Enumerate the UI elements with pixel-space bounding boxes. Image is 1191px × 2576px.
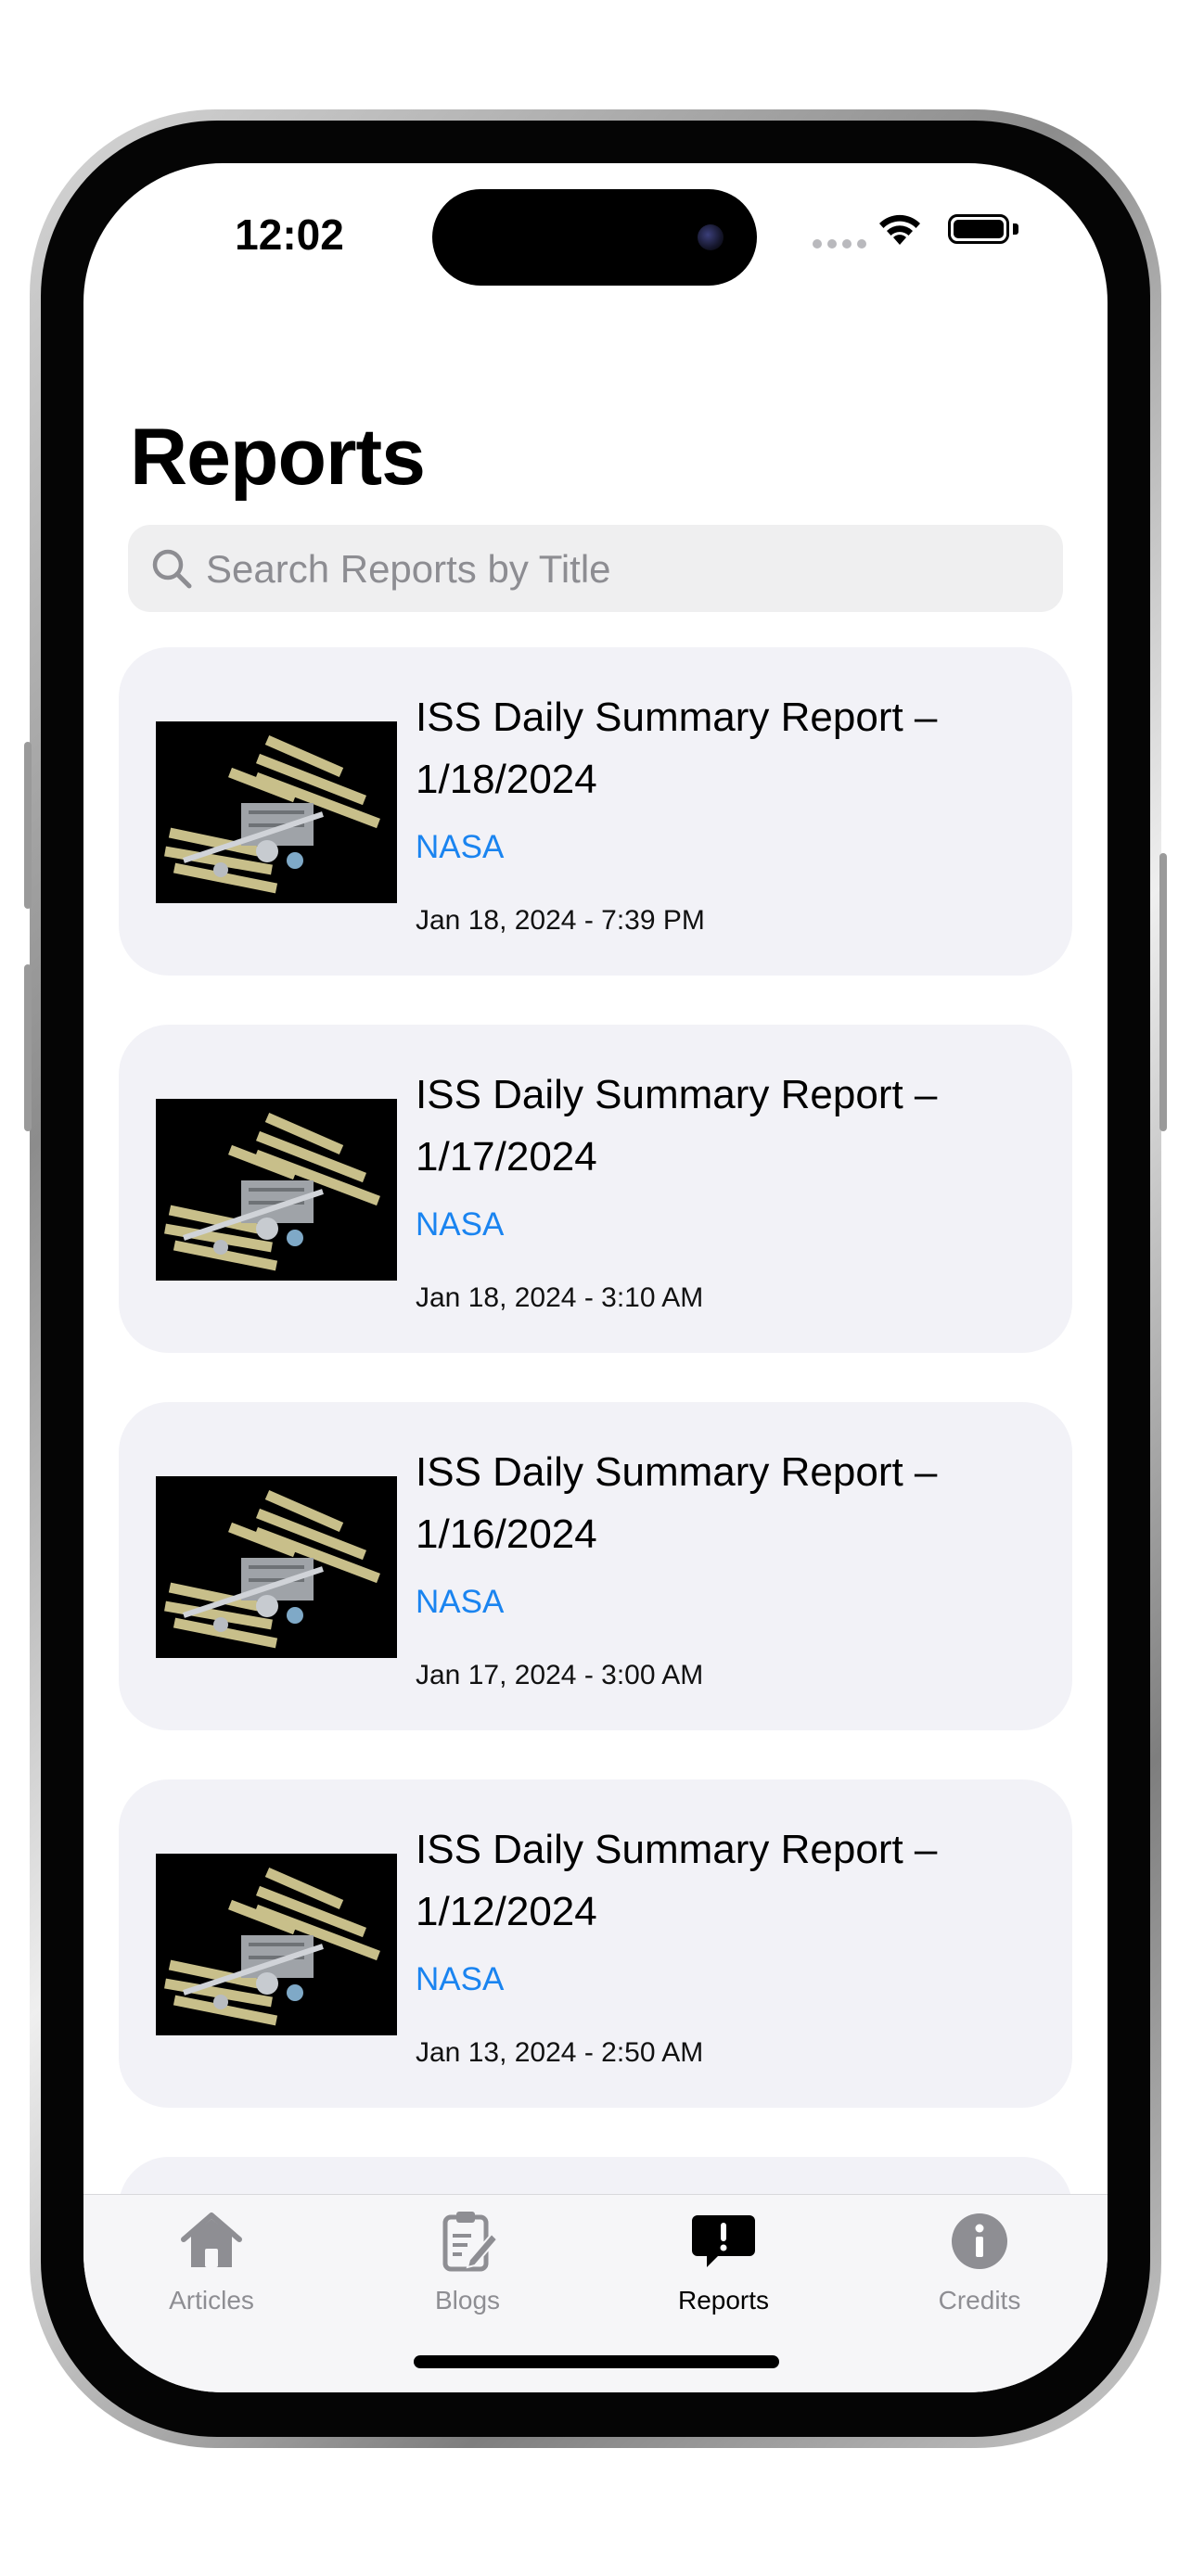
report-source-link[interactable]: NASA bbox=[416, 829, 504, 866]
clipboard-pencil-icon bbox=[442, 2212, 499, 2272]
dynamic-island bbox=[432, 189, 757, 286]
tab-label: Articles bbox=[169, 2286, 254, 2315]
search-bar[interactable] bbox=[128, 525, 1063, 614]
report-list: ISS Daily Summary Report – 1/18/2024 NAS… bbox=[119, 647, 1072, 2157]
search-icon bbox=[152, 549, 192, 589]
report-source-link[interactable]: NASA bbox=[416, 1584, 504, 1621]
report-date: Jan 18, 2024 - 3:10 AM bbox=[416, 1282, 704, 1313]
volume-button bbox=[24, 964, 32, 1131]
phone-screen: 12:02 Reports Search Reports by Title IS… bbox=[83, 163, 1108, 2392]
cellular-signal-icon bbox=[813, 239, 866, 249]
report-card[interactable]: ISS Daily Summary Report – 1/16/2024 NAS… bbox=[119, 1402, 1072, 1730]
home-indicator[interactable] bbox=[414, 2355, 779, 2368]
power-button bbox=[1159, 853, 1167, 1131]
action-button bbox=[24, 742, 32, 909]
tab-label: Credits bbox=[938, 2286, 1021, 2315]
info-circle-icon bbox=[952, 2213, 1007, 2269]
report-title: ISS Daily Summary Report – 1/16/2024 bbox=[416, 1449, 938, 1557]
report-source-link[interactable]: NASA bbox=[416, 1961, 504, 1998]
tab-articles[interactable]: Articles bbox=[83, 2195, 339, 2334]
camera-icon bbox=[698, 224, 724, 250]
tab-label: Reports bbox=[677, 2286, 770, 2315]
report-card[interactable]: ISS Daily Summary Report – 1/17/2024 NAS… bbox=[119, 1025, 1072, 1353]
report-thumbnail bbox=[156, 1099, 397, 1281]
tab-blogs[interactable]: Blogs bbox=[339, 2195, 596, 2334]
page-title: Reports bbox=[130, 413, 426, 502]
report-source-link[interactable]: NASA bbox=[416, 1206, 504, 1243]
status-time: 12:02 bbox=[235, 210, 344, 259]
report-date: Jan 13, 2024 - 2:50 AM bbox=[416, 2037, 704, 2068]
report-thumbnail bbox=[156, 721, 397, 903]
report-title: ISS Daily Summary Report – 1/18/2024 bbox=[416, 695, 938, 802]
tab-reports[interactable]: Reports bbox=[596, 2195, 852, 2334]
report-title: ISS Daily Summary Report – 1/17/2024 bbox=[416, 1072, 938, 1180]
report-card[interactable]: ISS Daily Summary Report – 1/18/2024 NAS… bbox=[119, 647, 1072, 976]
battery-icon bbox=[948, 214, 1018, 244]
wifi-icon bbox=[879, 214, 920, 245]
exclamation-bubble-icon bbox=[692, 2215, 755, 2267]
report-title: ISS Daily Summary Report – 1/12/2024 bbox=[416, 1827, 938, 1934]
report-date: Jan 18, 2024 - 7:39 PM bbox=[416, 905, 705, 936]
report-card[interactable]: ISS Daily Summary Report – 1/12/2024 NAS… bbox=[119, 1779, 1072, 2108]
report-date: Jan 17, 2024 - 3:00 AM bbox=[416, 1660, 704, 1690]
house-icon bbox=[181, 2213, 242, 2267]
search-input[interactable] bbox=[204, 525, 1043, 614]
tab-credits[interactable]: Credits bbox=[852, 2195, 1108, 2334]
report-thumbnail bbox=[156, 1854, 397, 2035]
tab-label: Blogs bbox=[434, 2286, 501, 2315]
report-thumbnail bbox=[156, 1476, 397, 1658]
